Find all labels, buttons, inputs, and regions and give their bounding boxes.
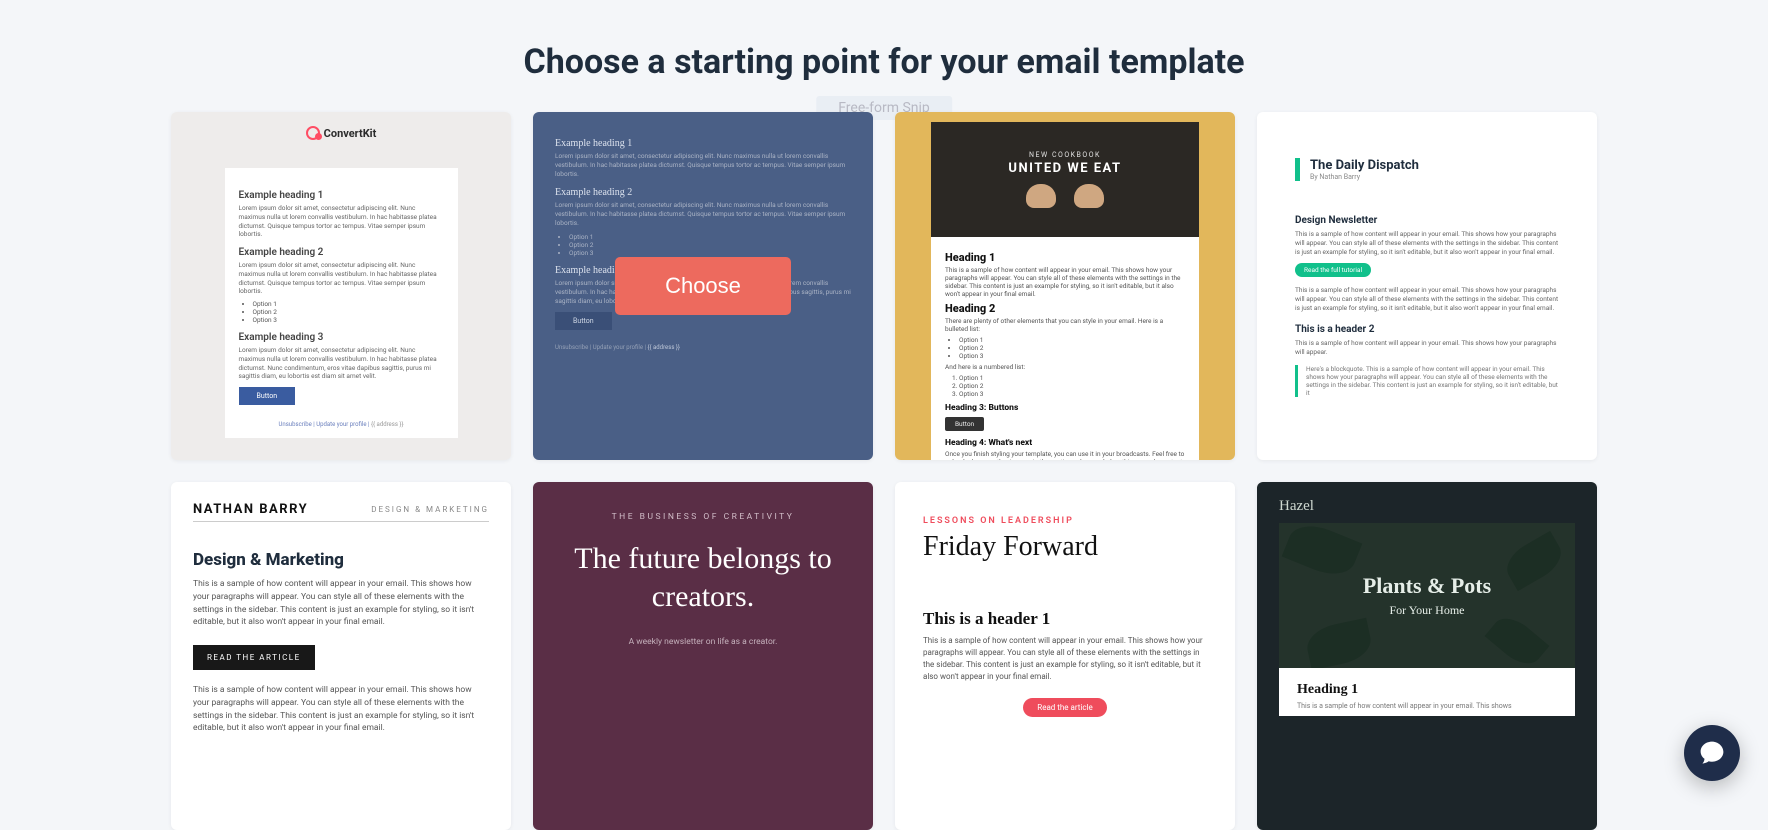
convertkit-logo-text: ConvertKit — [324, 127, 377, 140]
heading: Heading 1 — [945, 251, 1185, 264]
template-card-blank-blue[interactable]: Example heading 1 Lorem ipsum dolor sit … — [533, 112, 873, 460]
heading: Heading 3: Buttons — [945, 403, 1185, 413]
heading: Heading 2 — [945, 302, 1185, 315]
hero-subtitle: For Your Home — [1389, 603, 1464, 618]
title: Friday Forward — [923, 531, 1207, 563]
heading: This is a header 2 — [1295, 324, 1559, 335]
preview-button: Button — [239, 387, 296, 405]
blockquote: Here's a blockquote. This is a sample of… — [1295, 365, 1559, 397]
template-card-daily-dispatch[interactable]: The Daily Dispatch By Nathan Barry Desig… — [1257, 112, 1597, 460]
heading: Example heading 1 — [239, 190, 444, 201]
template-card-creators[interactable]: THE BUSINESS OF CREATIVITY The future be… — [533, 482, 873, 830]
paragraph: This is a sample of how content will app… — [1295, 339, 1559, 357]
list-item: Option 3 — [959, 352, 1185, 360]
list-item: Option 1 — [959, 374, 1185, 382]
preview-button: Button — [945, 417, 984, 431]
brand-name: Hazel — [1279, 498, 1575, 515]
paragraph: Once you finish styling your template, y… — [945, 450, 1185, 460]
template-card-hazel[interactable]: Hazel Plants & Pots For Your Home Headin… — [1257, 482, 1597, 830]
author-name: NATHAN BARRY — [193, 502, 308, 517]
paragraph: Lorem ipsum dolor sit amet, consectetur … — [239, 346, 444, 381]
template-card-convertkit[interactable]: ConvertKit Example heading 1 Lorem ipsum… — [171, 112, 511, 460]
page-title: Choose a starting point for your email t… — [159, 42, 1609, 82]
tagline: A weekly newsletter on life as a creator… — [573, 637, 833, 647]
hero-kicker: NEW COOKBOOK — [1029, 151, 1101, 159]
chat-widget-button[interactable] — [1684, 725, 1740, 781]
byline: By Nathan Barry — [1310, 173, 1360, 181]
list-item: Option 1 — [959, 336, 1185, 344]
list-item: Option 3 — [959, 390, 1185, 398]
paragraph: This is a sample of how content will app… — [1295, 230, 1559, 257]
template-card-nathan-barry[interactable]: NATHAN BARRY DESIGN & MARKETING Design &… — [171, 482, 511, 830]
heading: This is a header 1 — [923, 609, 1207, 629]
paragraph: This is a sample of how content will app… — [945, 266, 1185, 298]
list-item: Option 2 — [253, 308, 444, 316]
list-item: Option 1 — [253, 300, 444, 308]
list-item: Option 2 — [959, 344, 1185, 352]
kicker: LESSONS ON LEADERSHIP — [923, 516, 1074, 526]
kicker: THE BUSINESS OF CREATIVITY — [573, 512, 833, 522]
heading: Heading 1 — [1297, 682, 1557, 698]
hero-image: NEW COOKBOOK UNITED WE EAT — [931, 122, 1199, 237]
template-grid: ConvertKit Example heading 1 Lorem ipsum… — [159, 112, 1609, 830]
paragraph: There are plenty of other elements that … — [945, 317, 1185, 333]
paragraph: This is a sample of how content will app… — [193, 684, 489, 735]
cta-button: READ THE ARTICLE — [193, 645, 315, 670]
paragraph: Lorem ipsum dolor sit amet, consectetur … — [239, 204, 444, 239]
list-item: Option 2 — [959, 382, 1185, 390]
convertkit-logo-icon — [306, 126, 320, 140]
heading: Example heading 3 — [239, 332, 444, 343]
chat-icon — [1698, 739, 1726, 767]
heading: Design Newsletter — [1295, 215, 1559, 226]
paragraph: Lorem ipsum dolor sit amet, consectetur … — [239, 261, 444, 296]
paragraph: And here is a numbered list: — [945, 363, 1185, 371]
headline: The future belongs to creators. — [573, 540, 833, 615]
paragraph: This is a sample of how content will app… — [193, 578, 489, 629]
heading: Example heading 2 — [239, 247, 444, 258]
choose-button[interactable]: Choose — [615, 257, 791, 315]
cta-pill: Read the full tutorial — [1295, 263, 1371, 277]
newsletter-title: The Daily Dispatch — [1310, 158, 1559, 173]
hero-title: UNITED WE EAT — [1008, 161, 1121, 176]
paragraph: This is a sample of how content will app… — [923, 635, 1207, 683]
paragraph: This is a sample of how content will app… — [1297, 702, 1557, 710]
unsubscribe-link: Unsubscribe — [279, 421, 312, 428]
author-tagline: DESIGN & MARKETING — [371, 505, 489, 514]
cta-pill: Read the article — [1023, 698, 1106, 717]
hero-image: Plants & Pots For Your Home — [1279, 523, 1575, 668]
address-token: {{ address }} — [371, 421, 403, 428]
list-item: Option 3 — [253, 316, 444, 324]
heading: Heading 4: What's next — [945, 438, 1185, 448]
convertkit-logo: ConvertKit — [171, 126, 511, 140]
update-profile-link: Update your profile — [316, 421, 366, 428]
heading: Design & Marketing — [193, 550, 489, 570]
hero-title: Plants & Pots — [1363, 573, 1491, 599]
template-card-friday-forward[interactable]: LESSONS ON LEADERSHIP Friday Forward Thi… — [895, 482, 1235, 830]
template-card-cookbook[interactable]: NEW COOKBOOK UNITED WE EAT Heading 1 Thi… — [895, 112, 1235, 460]
paragraph: This is a sample of how content will app… — [1295, 286, 1559, 313]
